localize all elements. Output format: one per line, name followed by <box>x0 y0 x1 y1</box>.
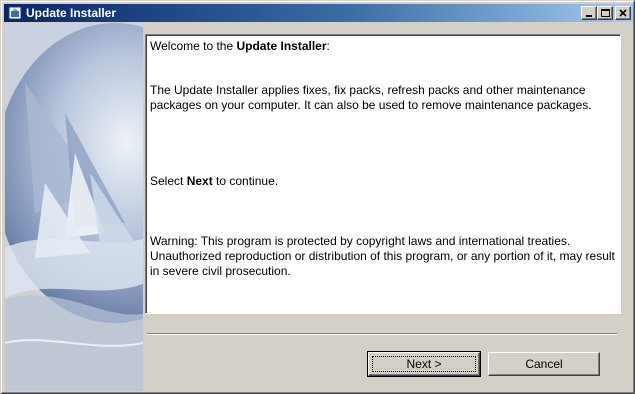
instruction-suffix: to continue. <box>212 174 279 188</box>
cancel-button[interactable]: Cancel <box>488 352 600 376</box>
minimize-button[interactable] <box>581 6 597 20</box>
window-title: Update Installer <box>26 6 117 20</box>
maximize-icon <box>601 9 610 17</box>
button-separator <box>147 333 617 335</box>
installer-window: Update Installer Welcome to the Update I… <box>0 0 635 394</box>
instruction-next-word: Next <box>186 174 213 188</box>
maximize-button[interactable] <box>597 6 613 20</box>
welcome-suffix: : <box>326 39 330 53</box>
welcome-prefix: Welcome to the <box>150 39 237 53</box>
title-bar[interactable]: Update Installer <box>4 4 633 22</box>
decorative-artwork <box>5 23 143 391</box>
description-text: The Update Installer applies fixes, fix … <box>150 83 592 112</box>
welcome-product-name: Update Installer <box>236 39 327 53</box>
instruction-prefix: Select <box>150 174 187 188</box>
close-icon <box>619 9 627 17</box>
installer-icon[interactable] <box>7 5 23 21</box>
focus-rect <box>372 356 476 372</box>
close-button[interactable] <box>615 6 631 20</box>
copyright-warning: Warning: This program is protected by co… <box>150 234 615 278</box>
minimize-icon <box>586 15 592 17</box>
welcome-panel: Welcome to the Update Installer: The Upd… <box>145 34 621 314</box>
instruction-text: Select Next to continue. <box>150 174 616 189</box>
next-button[interactable]: Next > <box>367 351 481 377</box>
welcome-text: Welcome to the Update Installer: <box>150 39 616 54</box>
